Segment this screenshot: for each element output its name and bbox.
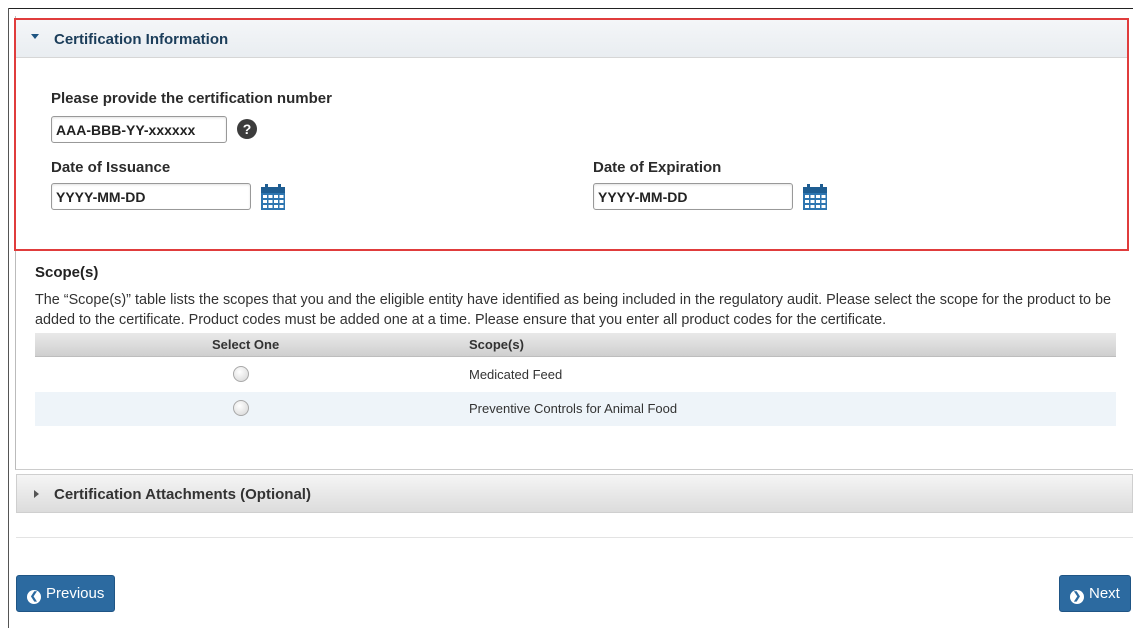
scopes-description: The “Scope(s)” table lists the scopes th… [35,292,1111,328]
column-header-select-one: Select One [212,337,280,352]
cert-number-input[interactable] [51,116,227,143]
date-of-expiration-input[interactable] [593,183,793,210]
table-row: Preventive Controls for Animal Food [35,392,1116,426]
date-of-expiration-label: Date of Expiration [593,159,722,176]
section-title: Certification Information [54,31,229,48]
date-of-issuance-input[interactable] [51,183,251,210]
certification-information-header[interactable]: Certification Information [16,20,1127,58]
date-of-issuance-label: Date of Issuance [51,159,171,176]
next-button[interactable]: ❯ Next [1059,575,1131,612]
certification-attachments-header[interactable]: Certification Attachments (Optional) [16,474,1133,513]
help-icon[interactable]: ? [237,119,257,139]
previous-button[interactable]: ❮ Previous [16,575,116,612]
divider [16,537,1133,538]
scope-radio-button[interactable] [233,366,249,382]
attachments-title: Certification Attachments (Optional) [54,486,311,503]
frame-top-border [8,8,1133,9]
calendar-icon[interactable] [803,184,827,210]
frame-left-border [8,8,9,628]
certification-information-section: Certification Information Please provide… [14,18,1129,251]
scope-radio-button[interactable] [233,400,249,416]
scopes-table-header: Select One Scope(s) [35,333,1116,357]
scopes-title: Scope(s) [35,264,99,281]
chevron-left-icon: ❮ [27,590,41,604]
table-row: Medicated Feed [35,358,1116,392]
previous-button-label: Previous [46,585,105,602]
next-button-label: Next [1089,585,1120,602]
caret-down-icon [31,34,39,39]
calendar-icon[interactable] [261,184,285,210]
chevron-right-icon: ❯ [1070,590,1084,604]
column-header-scopes: Scope(s) [469,337,524,352]
scope-cell: Preventive Controls for Animal Food [469,401,678,416]
scope-cell: Medicated Feed [469,367,563,382]
cert-number-label: Please provide the certification number [51,90,332,107]
caret-right-icon [34,490,39,498]
